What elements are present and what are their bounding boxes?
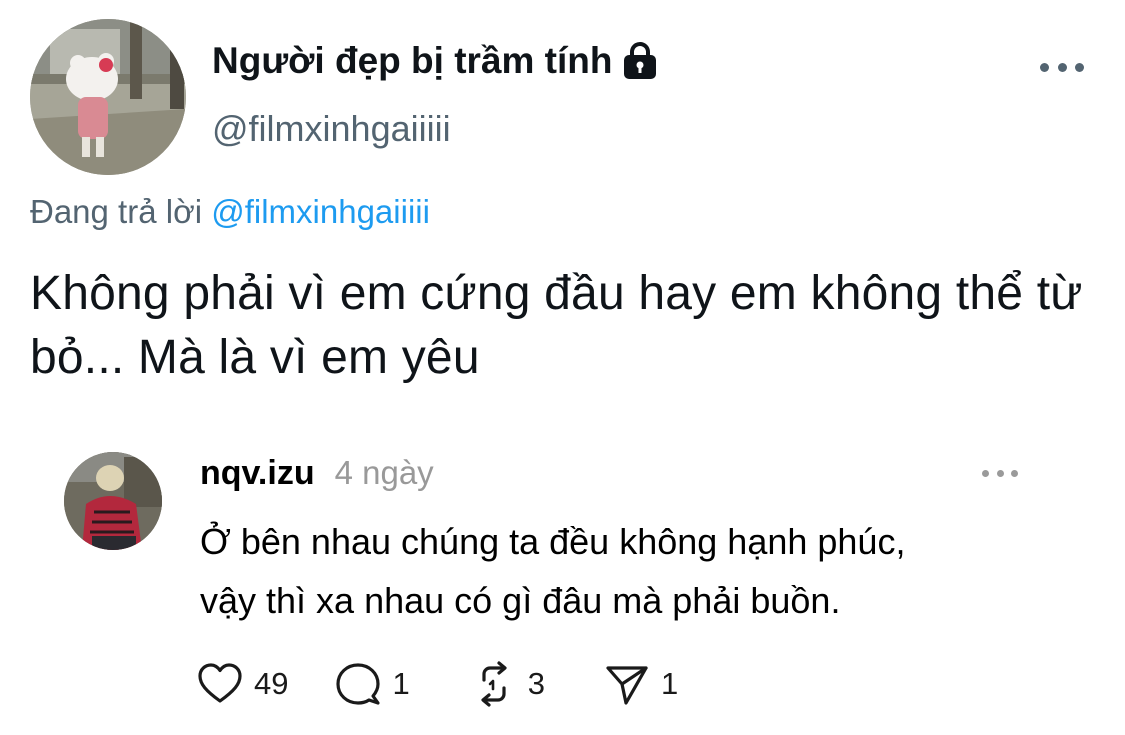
comment-count: 1 [392,666,410,701]
dot [1075,62,1084,72]
lock-icon [620,42,660,80]
person-photo [64,452,162,550]
reply-avatar[interactable] [64,452,162,550]
more-horizontal-icon[interactable] [982,463,1018,483]
reply-text-line: vậy thì xa nhau có gì đâu mà phải buồn. [200,580,841,621]
repost-icon [481,661,507,707]
share-count: 1 [660,666,679,701]
send-icon [606,666,648,705]
reply-header: nqv.izu 4 ngày [200,452,434,494]
author-handle[interactable]: @filmxinhgaiiiii [212,107,451,151]
display-name-text: Người đẹp bị trầm tính [212,40,613,81]
dot [1040,62,1049,72]
dot [1011,469,1018,477]
dot [982,469,989,477]
replying-prefix: Đang trả lời [30,193,203,230]
comment-button[interactable]: 1 [334,660,410,708]
reply-timestamp: 4 ngày [334,454,434,491]
author-display-name[interactable]: Người đẹp bị trầm tính [212,38,660,84]
replying-to-line: Đang trả lời @filmxinhgaiiiii [30,190,430,234]
repost-button[interactable]: 3 [470,660,545,708]
reply-text-line: Ở bên nhau chúng ta đều không hạnh phúc, [200,521,906,562]
repost-count: 3 [527,666,545,701]
author-avatar[interactable] [30,19,186,175]
share-button[interactable]: 1 [603,660,678,708]
reply-username[interactable]: nqv.izu [200,452,315,494]
replying-to-mention[interactable]: @filmxinhgaiiiii [211,193,430,230]
like-button[interactable]: 49 [196,660,288,708]
hello-kitty-photo [30,19,186,175]
dot [1057,62,1067,72]
more-horizontal-icon[interactable] [1040,52,1084,82]
reply-actions-bar: 49 1 3 1 [196,660,678,708]
tweet-text: Không phải vì em cứng đầu hay em không t… [30,267,1083,384]
reply-text: Ở bên nhau chúng ta đều không hạnh phúc,… [200,512,1080,630]
tweet-screenshot: Người đẹp bị trầm tính @filmxinhgaiiiii … [0,0,1125,735]
heart-icon [198,663,242,703]
comment-icon [336,663,381,705]
like-count: 49 [254,666,289,701]
dot [996,469,1004,477]
